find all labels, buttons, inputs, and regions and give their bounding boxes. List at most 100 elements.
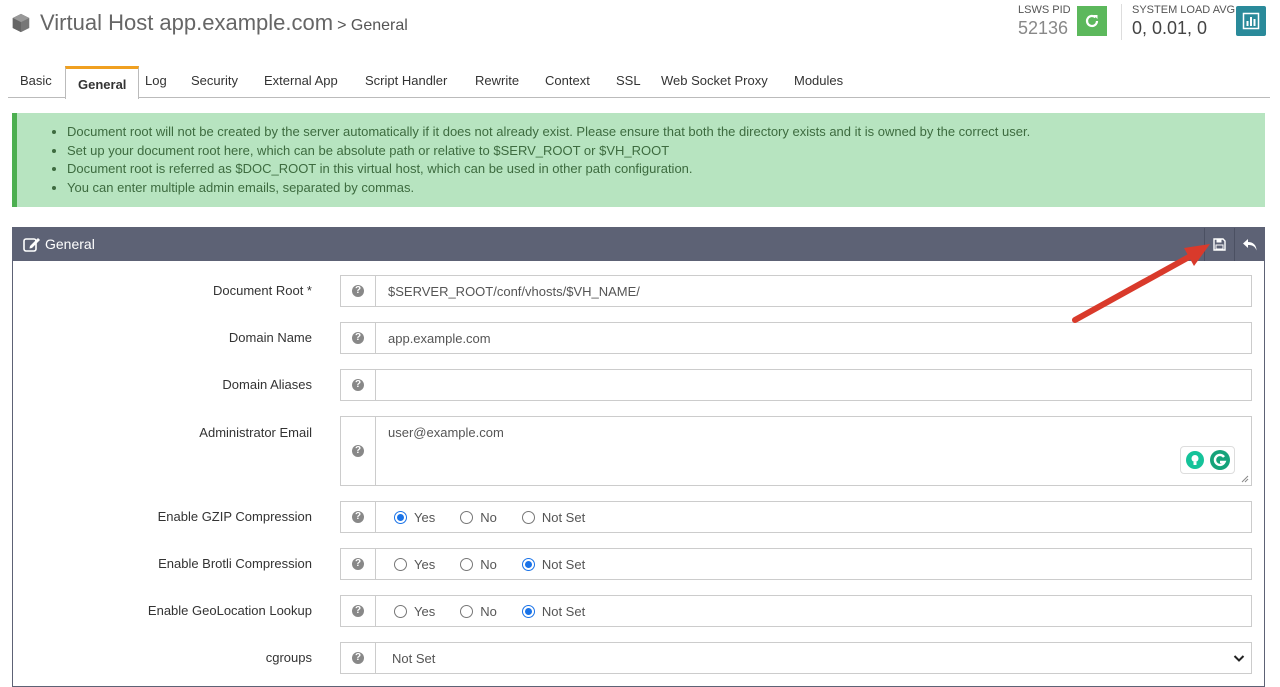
help-button[interactable]: ?: [340, 322, 376, 354]
bar-chart-icon: [1242, 12, 1260, 30]
help-button[interactable]: ?: [340, 548, 376, 580]
question-icon: ?: [352, 445, 364, 457]
note-item: Document root is referred as $DOC_ROOT i…: [67, 160, 1265, 179]
panel-title-text: General: [45, 236, 95, 252]
domain-aliases-label: Domain Aliases: [222, 377, 312, 392]
radio-checked: [394, 510, 407, 524]
radio-label: No: [480, 509, 497, 525]
system-load: SYSTEM LOAD AVG 0, 0.01, 0: [1132, 4, 1235, 39]
tab-security[interactable]: Security: [179, 66, 250, 97]
help-button[interactable]: ?: [340, 416, 376, 486]
tab-ssl[interactable]: SSL: [604, 66, 653, 97]
refresh-icon: [1085, 14, 1099, 28]
document-root-value: $SERVER_ROOT/conf/vhosts/$VH_NAME/: [388, 284, 640, 299]
help-button[interactable]: ?: [340, 642, 376, 674]
page-header: Virtual Host app.example.com > General LS…: [0, 0, 1280, 60]
undo-icon: [1242, 238, 1256, 250]
geolocation-radio-not-set[interactable]: Not Set: [521, 603, 586, 619]
radio-checked: [521, 604, 535, 618]
note-item: Document root will not be created by the…: [67, 123, 1265, 142]
radio-label: Yes: [414, 556, 436, 572]
domain-name-label: Domain Name: [228, 330, 312, 345]
geolocation-radio-yes[interactable]: Yes: [394, 604, 435, 619]
breadcrumb: > General: [337, 17, 408, 34]
note-item: You can enter multiple admin emails, sep…: [67, 179, 1265, 198]
brotli-radio-yes[interactable]: Yes: [394, 557, 435, 572]
brotli-radio-group: Yes No Not Set: [375, 548, 1252, 580]
tab-general[interactable]: General: [65, 66, 140, 99]
radio-label: Yes: [414, 509, 436, 525]
question-icon: ?: [352, 558, 364, 570]
grammarly-icon: [1209, 450, 1230, 470]
real-time-stats-button[interactable]: [1236, 6, 1266, 36]
cube-icon: [12, 13, 30, 33]
gzip-label: Enable GZIP Compression: [157, 509, 312, 524]
gzip-radio-yes[interactable]: Yes: [394, 510, 435, 525]
cgroups-label: cgroups: [265, 650, 312, 665]
cgroups-row: cgroups ? Not Set: [13, 642, 1264, 674]
lightbulb-icon: [1185, 451, 1204, 469]
radio-label: No: [480, 603, 497, 619]
tab-external-app[interactable]: External App: [252, 66, 350, 97]
admin-email-label: Administrator Email: [199, 425, 312, 440]
brotli-radio-no[interactable]: No: [460, 557, 497, 572]
geolocation-radio-group: Yes No Not Set: [375, 595, 1252, 627]
question-icon: ?: [352, 511, 364, 523]
gzip-radio-not-set[interactable]: Not Set: [521, 510, 585, 525]
radio-label: Not Set: [541, 556, 586, 572]
tab-web-socket-proxy[interactable]: Web Socket Proxy: [649, 66, 780, 97]
radio-unchecked: [460, 557, 474, 571]
question-icon: ?: [352, 652, 364, 664]
gzip-radio-no[interactable]: No: [460, 510, 497, 525]
pid-value: 52136: [1018, 18, 1069, 38]
tab-modules[interactable]: Modules: [782, 66, 855, 97]
resize-handle-icon[interactable]: [1241, 475, 1249, 483]
pid-label: LSWS PID: [1018, 4, 1071, 16]
restart-button[interactable]: [1077, 6, 1107, 36]
admin-email-textarea[interactable]: user@example.com: [375, 416, 1252, 486]
domain-aliases-input[interactable]: [375, 369, 1252, 401]
gzip-radio-group: Yes No Not Set: [375, 501, 1252, 533]
admin-email-value: user@example.com: [388, 425, 504, 440]
help-button[interactable]: ?: [340, 369, 376, 401]
note-item: Set up your document root here, which ca…: [67, 142, 1265, 161]
help-button[interactable]: ?: [340, 595, 376, 627]
tab-log[interactable]: Log: [133, 66, 179, 97]
panel-title: General: [23, 236, 95, 252]
domain-name-value: app.example.com: [388, 331, 491, 346]
help-button[interactable]: ?: [340, 275, 376, 307]
geolocation-label: Enable GeoLocation Lookup: [147, 603, 312, 618]
document-root-label: Document Root *: [213, 283, 312, 298]
cgroups-value: Not Set: [392, 651, 436, 666]
help-button[interactable]: ?: [340, 501, 376, 533]
grammarly-widget[interactable]: [1180, 446, 1235, 474]
vhost-title: Virtual Host app.example.com: [40, 10, 334, 35]
radio-label: Not Set: [541, 603, 586, 619]
tab-bar: Basic General Log Security External App …: [8, 66, 1270, 99]
domain-name-row: Domain Name ? app.example.com: [13, 322, 1264, 354]
geolocation-radio-no[interactable]: No: [460, 604, 497, 619]
domain-aliases-row: Domain Aliases ?: [13, 369, 1264, 401]
geolocation-row: Enable GeoLocation Lookup ? Yes No Not S…: [13, 595, 1264, 627]
annotation-arrow-icon: [1072, 244, 1210, 323]
radio-unchecked: [394, 604, 407, 618]
tab-script-handler[interactable]: Script Handler: [353, 66, 459, 97]
load-value: 0, 0.01, 0: [1132, 18, 1208, 38]
tab-basic[interactable]: Basic: [8, 66, 64, 97]
question-icon: ?: [352, 605, 364, 617]
help-notes: Document root will not be created by the…: [12, 113, 1265, 207]
tab-rewrite[interactable]: Rewrite: [463, 66, 531, 97]
radio-unchecked: [460, 510, 474, 524]
admin-email-row: Administrator Email ? user@example.com: [13, 416, 1264, 486]
brotli-label: Enable Brotli Compression: [158, 556, 312, 571]
domain-name-input[interactable]: app.example.com: [375, 322, 1252, 354]
tab-context[interactable]: Context: [533, 66, 602, 97]
brotli-row: Enable Brotli Compression ? Yes No Not S…: [13, 548, 1264, 580]
load-label: SYSTEM LOAD AVG: [1132, 4, 1236, 16]
brotli-radio-not-set[interactable]: Not Set: [521, 556, 586, 572]
question-icon: ?: [352, 285, 364, 297]
undo-button[interactable]: [1234, 228, 1264, 261]
cgroups-select[interactable]: Not Set: [375, 642, 1252, 674]
lsws-pid: LSWS PID 52136: [1018, 4, 1071, 39]
chevron-down-icon: [1233, 655, 1245, 662]
